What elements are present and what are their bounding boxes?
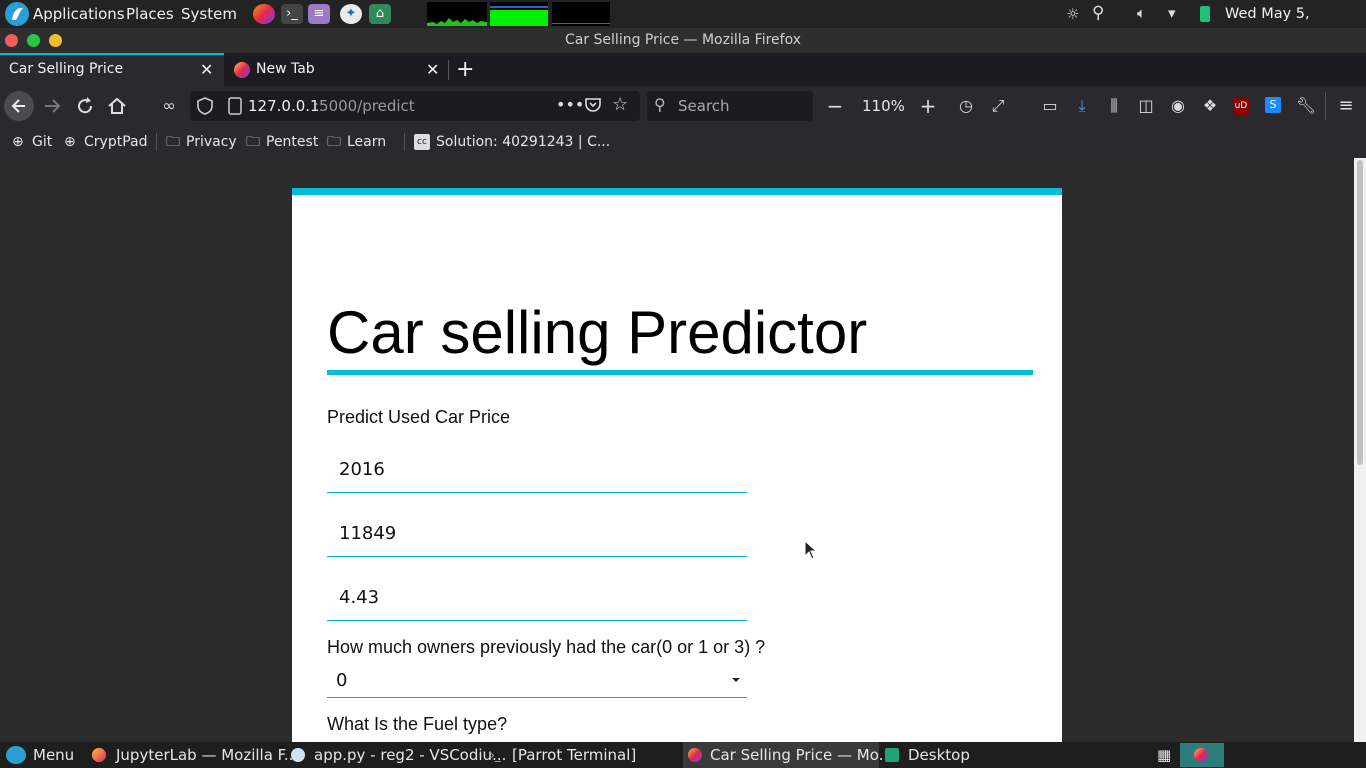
kms-driven-input[interactable]: 11849 [327,511,747,557]
bookmark-folder-pentest[interactable]: Pentest [266,126,318,158]
bookmark-folder-privacy[interactable]: Privacy [186,126,237,158]
page-info-icon[interactable] [228,97,242,115]
mouse-cursor-icon [804,540,818,560]
firefox-task-icon [688,748,702,762]
brightness-icon[interactable]: ☼ [1066,5,1079,23]
terminal-task-icon: ›_ [490,748,501,762]
taskbar-item-terminal[interactable]: [Parrot Terminal] [512,742,636,768]
chevron-down-icon [731,676,741,684]
cpu-monitor-graph [427,2,487,26]
firefox-favicon-icon [234,62,250,78]
scrollbar-thumb[interactable] [1357,160,1363,465]
network-monitor-graph [552,2,610,26]
tab-divider [448,60,449,80]
tracking-shield-icon[interactable] [197,97,213,115]
s-extension-icon[interactable]: S [1265,97,1281,113]
page-title: Car selling Predictor [327,299,868,366]
present-price-input[interactable]: 4.43 [327,575,747,621]
bookmark-separator [404,133,405,151]
account-icon[interactable]: ◉ [1166,94,1190,118]
window-title: Car Selling Price — Mozilla Firefox [564,32,802,48]
owners-question-label: How much owners previously had the car(0… [327,637,766,657]
reload-button[interactable] [73,94,97,118]
zoom-out-button[interactable]: − [823,94,847,118]
vscodium-launcher-icon[interactable]: ✦ [340,4,362,24]
forward-button[interactable] [40,94,64,118]
taskbar-item-jupyterlab[interactable]: JupyterLab — Mozilla F... [116,742,298,768]
title-underline [327,370,1033,375]
private-mask-icon[interactable]: ∞ [157,94,181,118]
globe-icon: ⊕ [64,134,76,150]
folder-icon: 🗀︎ [166,134,180,150]
bookmark-folder-learn[interactable]: Learn [347,126,386,158]
tools-wrench-icon[interactable]: 🔧︎ [1294,94,1318,118]
text-editor-launcher-icon[interactable]: ≡ [308,4,330,24]
year-input[interactable]: 2016 [327,447,747,493]
applications-menu[interactable]: Applications [33,0,125,28]
screenshot-folder-icon[interactable]: ▭ [1038,94,1062,118]
taskbar-item-vscodium[interactable]: app.py - reg2 - VSCodiu... [314,742,506,768]
firefox-tray-icon [1194,748,1208,762]
parrot-menu-icon[interactable] [6,746,26,764]
codechef-favicon-icon: cc [414,134,430,150]
clock[interactable]: Wed May 5, 11:13:50 [1225,0,1366,50]
vscodium-task-icon [291,748,305,762]
folder-icon: 🗀︎ [246,134,260,150]
extension-icon[interactable]: ❖ [1198,94,1222,118]
fuel-question-label: What Is the Fuel type? [327,714,508,734]
search-icon[interactable]: ⚲ [1092,3,1104,23]
search-placeholder: Search [678,97,730,115]
desktop-task-icon [885,748,899,762]
url-host: 127.0.0.1 [248,97,320,115]
zoom-level[interactable]: 110% [862,97,905,115]
sidebar-icon[interactable]: ◫ [1134,94,1158,118]
tab-label: Car Selling Price [9,61,124,77]
downloads-icon[interactable]: ⤓ [1070,94,1094,118]
battery-icon[interactable] [1200,6,1210,22]
toolbar-divider [1325,92,1326,120]
taskbar-item-firefox[interactable]: Car Selling Price — Mo... [710,742,893,768]
close-tab-icon[interactable]: ✕ [426,53,439,86]
library-icon[interactable]: ⫼ [1102,94,1126,118]
hamburger-menu-icon[interactable]: ≡ [1334,94,1358,118]
back-button[interactable] [4,91,34,121]
wifi-icon[interactable]: ▾ [1168,4,1176,22]
places-menu[interactable]: Places [126,0,174,28]
home-folder-launcher-icon[interactable]: ⌂ [369,4,391,24]
tray-firefox-highlight[interactable] [1180,743,1224,767]
globe-icon: ⊕ [12,134,24,150]
history-icon[interactable]: ◷ [954,94,978,118]
form-subtitle: Predict Used Car Price [327,407,511,427]
search-box-icon: ⚲ [654,95,666,114]
system-menu[interactable]: System [181,0,237,28]
bookmark-solution[interactable]: Solution: 40291243 | C... [436,126,610,158]
firefox-task-icon [92,748,106,762]
bookmark-separator [156,133,157,151]
page-actions-icon[interactable]: ••• [556,95,584,114]
fullscreen-icon[interactable]: ⤢ [986,94,1010,118]
owners-select[interactable] [327,664,747,698]
tab-label: New Tab [256,61,315,77]
taskbar-menu-button[interactable]: Menu [33,742,74,768]
new-tab-button[interactable]: + [456,53,474,86]
parrot-logo-icon[interactable] [5,2,29,26]
search-box[interactable] [647,91,813,121]
taskbar-item-desktop[interactable]: Desktop [908,742,970,768]
firefox-launcher-icon[interactable] [253,4,275,24]
zoom-in-button[interactable]: + [916,94,940,118]
folder-icon: 🗀︎ [327,134,341,150]
bookmark-git[interactable]: Git [32,126,52,158]
close-tab-icon[interactable]: ✕ [200,53,213,86]
bookmark-star-icon[interactable]: ☆ [612,94,628,115]
pocket-icon[interactable] [584,96,602,114]
ublock-icon[interactable]: uD [1233,97,1249,115]
owners-selected-value: 0 [336,670,348,691]
bookmark-cryptpad[interactable]: CryptPad [84,126,147,158]
terminal-launcher-icon[interactable]: ›_ [281,4,303,24]
tray-network-icon[interactable]: ▦ [1157,742,1171,768]
volume-icon[interactable]: 🔈︎ [1137,4,1146,22]
url-path: :5000/predict [314,97,415,115]
memory-monitor-graph [490,2,548,26]
home-button[interactable] [105,94,129,118]
